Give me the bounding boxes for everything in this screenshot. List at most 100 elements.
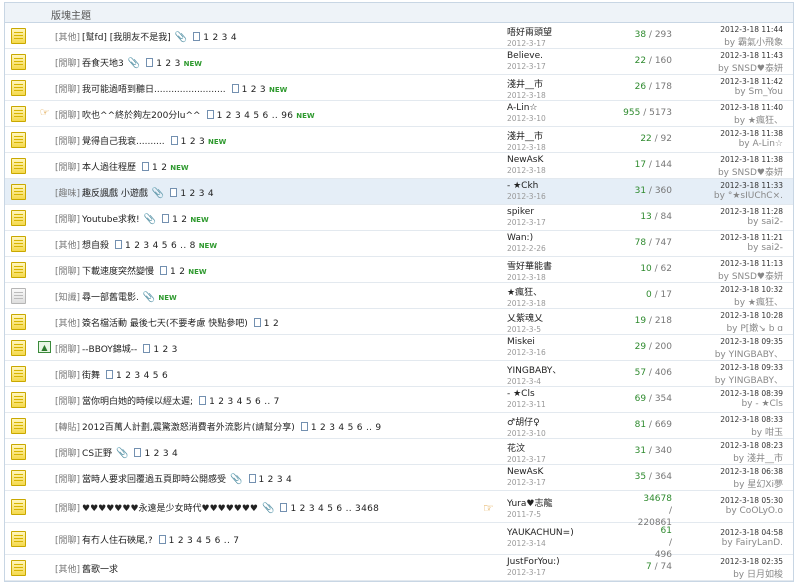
page-links[interactable]: 1 2 3 4: [203, 33, 237, 43]
thread-category-tag[interactable]: [閒聊]: [55, 536, 80, 546]
last-post-date-link[interactable]: 2012-3-18 10:28: [675, 311, 783, 320]
page-links[interactable]: 1 2 3 4 5 6 .. 3468: [290, 504, 379, 514]
thread-category-tag[interactable]: [其他]: [55, 241, 80, 251]
last-post-date-link[interactable]: 2012-3-18 05:30: [675, 496, 783, 505]
thread-subject-link[interactable]: 有冇人住石硤尾,?: [82, 536, 153, 546]
thread-row[interactable]: [其他] 舊歌一求 JustForYou:) 2012-3-17 7 / 74 2012-…: [5, 555, 793, 581]
thread-row[interactable]: [閒聊] 覺得自己我衰.......... 1 2 3 NEW 淺井__市 2012-3-…: [5, 127, 793, 153]
last-poster-link[interactable]: by P[嫩↘ b ɑ: [675, 321, 783, 334]
thread-category-tag[interactable]: [閒聊]: [55, 111, 80, 121]
page-links[interactable]: 1 2: [170, 267, 185, 277]
page-links[interactable]: 1 2 3 4: [259, 475, 293, 485]
last-post-date-link[interactable]: 2012-3-18 08:39: [675, 389, 783, 398]
page-links[interactable]: 1 2 3 4 5 6 .. 7: [209, 397, 280, 407]
thread-subject-link[interactable]: 舊歌一求: [82, 565, 118, 575]
page-links[interactable]: 1 2 3 4: [144, 449, 178, 459]
last-poster-link[interactable]: by YINGBABY、: [675, 347, 783, 360]
page-links[interactable]: 1 2 3 4 5 6 .. 96: [217, 111, 294, 121]
thread-subject-link[interactable]: Youtube求救!: [82, 215, 140, 225]
last-poster-link[interactable]: by FairyLanD.: [675, 538, 783, 548]
last-poster-link[interactable]: by SNSD♥泰妍: [675, 61, 783, 74]
last-post-date-link[interactable]: 2012-3-18 11:43: [675, 51, 783, 60]
thread-subject-link[interactable]: [幫fd] [我朋友不是我]: [82, 33, 171, 43]
thread-category-tag[interactable]: [知識]: [55, 293, 80, 303]
last-poster-link[interactable]: by Sm_You: [675, 87, 783, 97]
thread-row[interactable]: [閒聊] 街舞 1 2 3 4 5 6 YINGBABY、 2012-3-4 57 / 4…: [5, 361, 793, 387]
thread-subject-link[interactable]: 2012百萬人計劃,震驚激怒消費者外流影片(請幫分享): [82, 423, 295, 433]
thread-subject-link[interactable]: CS正野: [82, 449, 112, 459]
page-links[interactable]: 1 2 3 4: [180, 189, 214, 199]
thread-category-tag[interactable]: [其他]: [55, 33, 80, 43]
thread-row[interactable]: [閒聊] ♥♥♥♥♥♥♥永遠是少女時代♥♥♥♥♥♥♥ 📎 1 2 3 4 5 6 ..…: [5, 491, 793, 528]
page-links[interactable]: 1 2 3: [153, 345, 177, 355]
page-links[interactable]: 1 2: [264, 319, 279, 329]
thread-category-tag[interactable]: [閒聊]: [55, 267, 80, 277]
thread-category-tag[interactable]: [閒聊]: [55, 371, 80, 381]
thread-subject-link[interactable]: 當時人要求回覆過五頁即時公開感受: [82, 475, 226, 485]
thread-category-tag[interactable]: [閒聊]: [55, 85, 80, 95]
last-post-date-link[interactable]: 2012-3-18 09:33: [675, 363, 783, 372]
thread-subject-link[interactable]: 我可能過唔到聽日.........................: [82, 85, 226, 95]
thread-row[interactable]: [閒聊] 吞食天地3 📎 1 2 3 NEW Believe. 2012-3-17 22 / …: [5, 49, 793, 75]
page-links[interactable]: 1 2 3: [156, 59, 180, 69]
last-poster-link[interactable]: by ★瘋狂、: [675, 295, 783, 308]
last-poster-link[interactable]: by 霸氣小飛象: [675, 35, 783, 48]
thread-row[interactable]: [轉貼] 2012百萬人計劃,震驚激怒消費者外流影片(請幫分享) 1 2 3 4 5…: [5, 413, 793, 439]
page-links[interactable]: 1 2: [172, 215, 187, 225]
thread-subject-link[interactable]: 覺得自己我衰..........: [82, 137, 165, 147]
thread-subject-link[interactable]: 街舞: [82, 371, 100, 381]
thread-subject-link[interactable]: 本人過往程歷: [82, 163, 136, 173]
thread-row[interactable]: [閒聊] 本人過往程歷 1 2 NEW NewAsK 2012-3-18 17 / 144 2…: [5, 153, 793, 179]
last-poster-link[interactable]: by sai2-: [675, 217, 783, 227]
thread-subject-link[interactable]: 吹也^^終於夠左200分lu^^: [82, 111, 201, 121]
thread-row[interactable]: [其他] 想自殺 1 2 3 4 5 6 .. 8 NEW Wan:) 2012-2-26…: [5, 231, 793, 257]
last-poster-link[interactable]: by 星幻Xi夢: [675, 477, 783, 490]
thread-category-tag[interactable]: [閒聊]: [55, 475, 80, 485]
thread-subject-link[interactable]: 吞食天地3: [82, 59, 124, 69]
page-links[interactable]: 1 2 3 4 5 6 .. 9: [311, 423, 382, 433]
page-links[interactable]: 1 2 3 4 5 6 .. 8: [125, 241, 196, 251]
thread-row[interactable]: ▲ [閒聊] --BBOY錦城-- 1 2 3 Miskei 2012-3-16 29 / …: [5, 335, 793, 361]
thread-category-tag[interactable]: [閒聊]: [55, 59, 80, 69]
last-post-date-link[interactable]: 2012-3-18 11:33: [675, 181, 783, 190]
thread-subject-link[interactable]: ♥♥♥♥♥♥♥永遠是少女時代♥♥♥♥♥♥♥: [82, 504, 258, 514]
last-post-date-link[interactable]: 2012-3-18 11:44: [675, 25, 783, 34]
last-post-date-link[interactable]: 2012-3-18 11:38: [675, 129, 783, 138]
thread-row[interactable]: ☞ [閒聊] 吹也^^終於夠左200分lu^^ 1 2 3 4 5 6 .. 96 NE…: [5, 101, 793, 127]
thread-row[interactable]: [其他] [幫fd] [我朋友不是我] 📎 1 2 3 4 唔好兩頭望 2012-3-17…: [5, 23, 793, 49]
last-post-date-link[interactable]: 2012-3-18 11:42: [675, 77, 783, 86]
last-poster-link[interactable]: by - ★Cls: [675, 399, 783, 409]
thread-row[interactable]: [閒聊] 當時人要求回覆過五頁即時公開感受 📎 1 2 3 4 NewAsK 2012-3…: [5, 465, 793, 491]
last-post-date-link[interactable]: 2012-3-18 09:35: [675, 337, 783, 346]
thread-category-tag[interactable]: [閒聊]: [55, 137, 80, 147]
thread-category-tag[interactable]: [閒聊]: [55, 345, 80, 355]
last-poster-link[interactable]: by YINGBABY、: [675, 373, 783, 386]
page-links[interactable]: 1 2 3 4 5 6 .. 7: [169, 536, 240, 546]
thread-row[interactable]: [趣味] 趣反諷戲 小遊戲 📎 1 2 3 4- ★Ckh 2012-3-16 31 / …: [5, 179, 793, 205]
thread-category-tag[interactable]: [閒聊]: [55, 397, 80, 407]
last-post-date-link[interactable]: 2012-3-18 10:32: [675, 285, 783, 294]
last-post-date-link[interactable]: 2012-3-18 06:38: [675, 467, 783, 476]
thread-row[interactable]: [知識] 尋一部舊電影. 📎 NEW ★瘋狂、 2012-3-18 0 / 17 2012-3…: [5, 283, 793, 309]
page-links[interactable]: 1 2: [152, 163, 167, 173]
thread-subject-link[interactable]: 趣反諷戲 小遊戲: [82, 189, 148, 199]
thread-subject-link[interactable]: --BBOY錦城--: [82, 345, 137, 355]
thread-category-tag[interactable]: [閒聊]: [55, 215, 80, 225]
last-poster-link[interactable]: by °★sIUChC×.: [675, 191, 783, 201]
thread-category-tag[interactable]: [閒聊]: [55, 504, 80, 514]
thread-subject-link[interactable]: 當你明白她的時候以經太遲;: [82, 397, 193, 407]
thread-category-tag[interactable]: [閒聊]: [55, 163, 80, 173]
last-post-date-link[interactable]: 2012-3-18 02:35: [675, 557, 783, 566]
last-poster-link[interactable]: by A-Lin☆: [675, 139, 783, 149]
thread-subject-link[interactable]: 下載速度突然變慢: [82, 267, 154, 277]
last-poster-link[interactable]: by 淺井__市: [675, 451, 783, 464]
last-poster-link[interactable]: by 咁玉: [675, 425, 783, 438]
last-poster-link[interactable]: by SNSD♥泰妍: [675, 165, 783, 178]
thread-row[interactable]: [其他] 簽名檔活動 最後七天(不要考慮 快點參吧) 1 2 乂紫魂乂 2012-3-5…: [5, 309, 793, 335]
last-post-date-link[interactable]: 2012-3-18 11:21: [675, 233, 783, 242]
thread-category-tag[interactable]: [其他]: [55, 565, 80, 575]
last-poster-link[interactable]: by CoOLyO.o: [675, 506, 783, 516]
last-poster-link[interactable]: by sai2-: [675, 243, 783, 253]
last-post-date-link[interactable]: 2012-3-18 04:58: [675, 528, 783, 537]
page-links[interactable]: 1 2 3: [242, 85, 266, 95]
